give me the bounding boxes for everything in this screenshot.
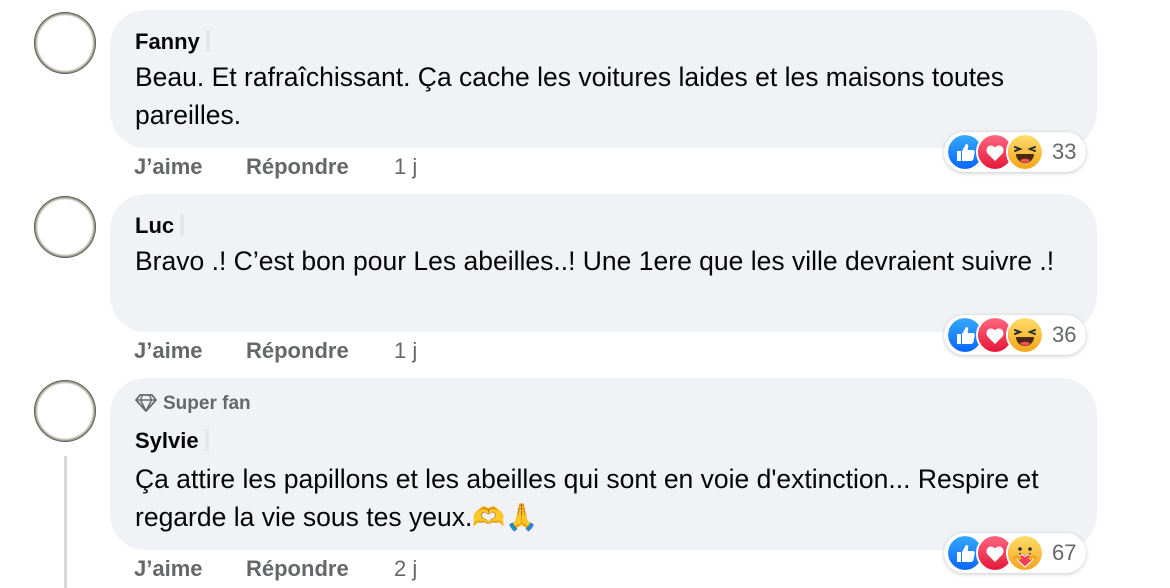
avatar[interactable] [34, 196, 96, 258]
like-button[interactable]: J’aime [134, 154, 246, 180]
reactions-summary[interactable]: 36 [944, 315, 1087, 355]
comment-actions: J’aime Répondre 1 j [134, 154, 417, 180]
author-name-redaction [204, 429, 209, 451]
reply-button[interactable]: Répondre [246, 556, 394, 582]
reply-button[interactable]: Répondre [246, 154, 394, 180]
haha-icon [1006, 316, 1044, 354]
reactions-summary[interactable]: 33 [944, 132, 1087, 172]
like-button[interactable]: J’aime [134, 338, 246, 364]
comment-bubble: Super fan Sylvie Ça attire les papillons… [110, 378, 1097, 550]
reactions-summary[interactable]: 67 [944, 533, 1087, 573]
reaction-count: 36 [1052, 322, 1077, 347]
like-button[interactable]: J’aime [134, 556, 246, 582]
comment-author[interactable]: Luc [135, 213, 185, 239]
reaction-count: 33 [1052, 139, 1077, 164]
avatar[interactable] [34, 12, 96, 74]
author-name-redaction [205, 30, 210, 52]
thread-line [64, 456, 67, 588]
avatar[interactable] [34, 380, 96, 442]
comment-timestamp[interactable]: 2 j [394, 556, 417, 582]
haha-icon [1006, 133, 1044, 171]
comment-text: Beau. Et rafraîchissant. Ça cache les vo… [135, 62, 1005, 130]
comment-timestamp[interactable]: 1 j [394, 338, 417, 364]
author-name-redaction [180, 214, 185, 236]
reaction-count: 67 [1052, 540, 1077, 565]
comment-actions: J’aime Répondre 1 j [134, 338, 417, 364]
diamond-icon [135, 394, 157, 412]
comment-author[interactable]: Sylvie [135, 428, 209, 454]
comment-author[interactable]: Fanny [135, 29, 210, 55]
comment-text: Ça attire les papillons et les abeilles … [135, 464, 1039, 532]
reply-button[interactable]: Répondre [246, 338, 394, 364]
super-fan-badge[interactable]: Super fan [135, 393, 251, 415]
comment-timestamp[interactable]: 1 j [394, 154, 417, 180]
comment-bubble: Luc Bravo .! C’est bon pour Les abeilles… [110, 194, 1097, 332]
comment-text: Bravo .! C’est bon pour Les abeilles..! … [135, 246, 1055, 276]
care-icon [1006, 534, 1044, 572]
comment-actions: J’aime Répondre 2 j [134, 556, 417, 582]
comment-bubble: Fanny Beau. Et rafraîchissant. Ça cache … [110, 10, 1097, 148]
